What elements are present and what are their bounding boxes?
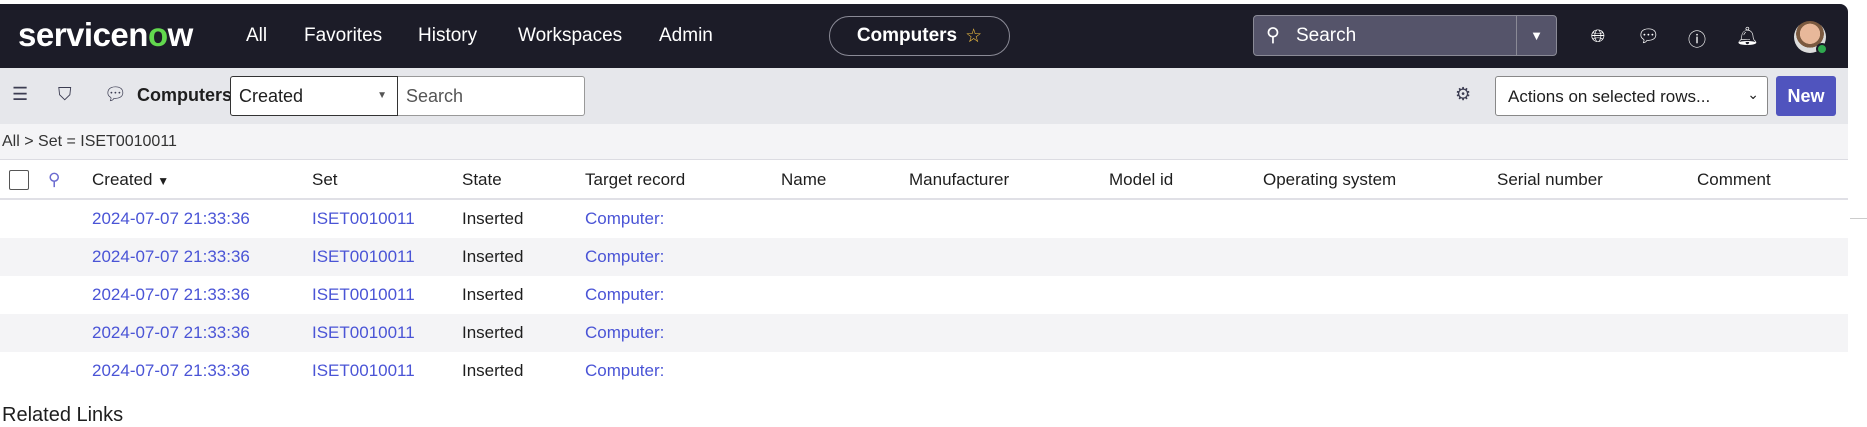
cell-target-record[interactable]: Computer: — [585, 361, 664, 381]
table-row[interactable]: 2024-07-07 21:33:36 ISET0010011 Inserted Co… — [0, 276, 1848, 314]
cell-state: Inserted — [462, 209, 524, 228]
table-header: ⚲ Created ▼ Set State Target record Name… — [0, 160, 1848, 200]
globe-icon[interactable]: 🌐︎ — [1587, 26, 1609, 47]
cell-state: Inserted — [462, 285, 524, 304]
cell-set[interactable]: ISET0010011 — [312, 247, 415, 267]
filter-icon[interactable]: ⛉ — [58, 84, 72, 105]
list-search-input[interactable]: Search — [398, 76, 585, 116]
nav-history[interactable]: History — [418, 25, 477, 47]
star-icon[interactable]: ☆ — [965, 25, 982, 48]
hamburger-icon[interactable]: ☰ — [12, 84, 28, 105]
gear-icon[interactable]: ⚙ — [1455, 84, 1471, 105]
search-icon: ⚲ — [1266, 25, 1280, 46]
status-online-icon — [1816, 43, 1828, 55]
global-search-input[interactable]: Search — [1296, 25, 1356, 47]
select-all-checkbox[interactable] — [9, 170, 29, 190]
avatar[interactable] — [1794, 21, 1828, 55]
chevron-down-icon: ⌄ — [1747, 86, 1759, 102]
cell-target-record[interactable]: Computer: — [585, 285, 664, 305]
nav-favorites[interactable]: Favorites — [304, 25, 382, 47]
servicenow-logo[interactable]: servicenow — [18, 16, 193, 54]
column-comment[interactable]: Comment — [1697, 170, 1771, 190]
cell-state: Inserted — [462, 247, 524, 266]
column-target-record[interactable]: Target record — [585, 170, 685, 190]
cell-state: Inserted — [462, 323, 524, 342]
related-links-heading: Related Links — [2, 404, 124, 426]
chevron-down-icon[interactable]: ▼ — [1516, 16, 1556, 55]
search-field-select[interactable]: Created ▼ — [230, 76, 398, 116]
chat-icon[interactable]: 💬︎ — [1637, 26, 1660, 47]
cell-set[interactable]: ISET0010011 — [312, 323, 415, 343]
column-model-id[interactable]: Model id — [1109, 170, 1173, 190]
column-state[interactable]: State — [462, 170, 502, 190]
top-navbar: servicenow All Favorites History Workspa… — [0, 4, 1848, 68]
help-icon[interactable]: ⓘ — [1686, 26, 1708, 52]
context-title: Computers — [856, 25, 958, 46]
nav-all[interactable]: All — [246, 25, 267, 47]
cell-state: Inserted — [462, 361, 524, 380]
actions-value: Actions on selected rows... — [1508, 87, 1711, 106]
column-created[interactable]: Created ▼ — [92, 170, 169, 190]
comment-icon[interactable]: 💬︎ — [104, 84, 127, 105]
sort-desc-icon: ▼ — [157, 174, 170, 188]
cell-created[interactable]: 2024-07-07 21:33:36 — [92, 247, 250, 267]
table-row[interactable]: 2024-07-07 21:33:36 ISET0010011 Inserted Co… — [0, 238, 1848, 276]
list-title: Computers — [137, 85, 233, 105]
column-name[interactable]: Name — [781, 170, 826, 190]
actions-select[interactable]: Actions on selected rows... ⌄ — [1495, 76, 1768, 116]
cell-created[interactable]: 2024-07-07 21:33:36 — [92, 285, 250, 305]
column-set[interactable]: Set — [312, 170, 338, 190]
cell-target-record[interactable]: Computer: — [585, 247, 664, 267]
search-field-value: Created — [239, 86, 304, 106]
breadcrumb[interactable]: All > Set = ISET0010011 — [0, 124, 1848, 160]
global-search[interactable]: ⚲ Search ▼ — [1253, 15, 1557, 56]
bell-icon[interactable]: 🔔︎ — [1736, 26, 1759, 47]
cell-target-record[interactable]: Computer: — [585, 323, 664, 343]
new-button[interactable]: New — [1776, 76, 1836, 116]
column-serial-number[interactable]: Serial number — [1497, 170, 1603, 190]
nav-workspaces[interactable]: Workspaces — [518, 25, 622, 47]
list-toolbar: ☰ ⛉ 💬︎ Computers Created ▼ Search ⚙ Actio… — [0, 68, 1848, 124]
column-label: Created — [92, 170, 153, 189]
column-manufacturer[interactable]: Manufacturer — [909, 170, 1009, 190]
context-pill[interactable]: Computers ☆ — [829, 16, 1010, 56]
cell-set[interactable]: ISET0010011 — [312, 209, 415, 229]
cell-set[interactable]: ISET0010011 — [312, 285, 415, 305]
nav-admin[interactable]: Admin — [659, 25, 713, 47]
search-icon[interactable]: ⚲ — [48, 170, 60, 190]
table-row[interactable]: 2024-07-07 21:33:36 ISET0010011 Inserted Co… — [0, 352, 1848, 390]
cell-created[interactable]: 2024-07-07 21:33:36 — [92, 209, 250, 229]
cell-target-record[interactable]: Computer: — [585, 209, 664, 229]
scrollbar[interactable] — [1850, 218, 1867, 219]
cell-created[interactable]: 2024-07-07 21:33:36 — [92, 323, 250, 343]
table-row[interactable]: 2024-07-07 21:33:36 ISET0010011 Inserted Co… — [0, 314, 1848, 352]
table-row[interactable]: 2024-07-07 21:33:36 ISET0010011 Inserted Co… — [0, 200, 1848, 238]
column-operating-system[interactable]: Operating system — [1263, 170, 1396, 190]
cell-created[interactable]: 2024-07-07 21:33:36 — [92, 361, 250, 381]
cell-set[interactable]: ISET0010011 — [312, 361, 415, 381]
caret-down-icon: ▼ — [377, 90, 387, 101]
